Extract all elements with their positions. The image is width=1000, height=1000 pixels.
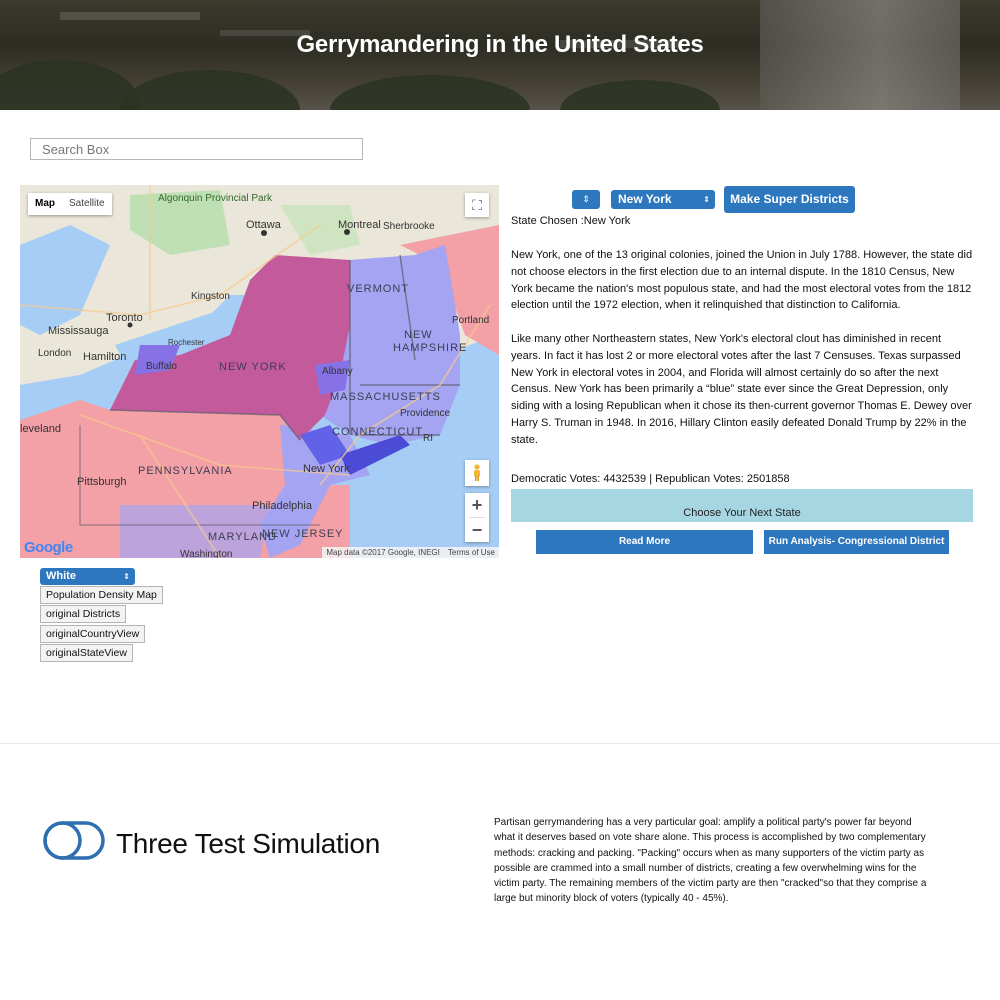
state-select[interactable]: New York ⇕ — [611, 190, 715, 209]
google-logo: Google — [24, 539, 73, 556]
fullscreen-icon[interactable]: ⛶ — [465, 193, 489, 217]
label-algonquin: Algonquin Provincial Park — [158, 193, 272, 204]
original-state-view-button[interactable]: originalStateView — [40, 644, 133, 662]
label-sherbrooke: Sherbrooke — [383, 221, 435, 232]
label-ottawa: Ottawa — [246, 219, 281, 231]
zoom-control: + − — [465, 493, 489, 542]
label-providence: Providence — [400, 408, 451, 419]
select-arrow-icon: ⇕ — [123, 572, 130, 581]
blank-select[interactable]: ⇕ — [572, 190, 600, 209]
population-density-button[interactable]: Population Density Map — [40, 586, 163, 604]
label-cleveland: leveland — [20, 423, 61, 435]
label-washington: Washington — [180, 549, 233, 558]
choose-next-state-button[interactable]: Choose Your Next State — [511, 489, 973, 522]
label-philadelphia: Philadelphia — [252, 500, 312, 512]
label-pittsburgh: Pittsburgh — [77, 476, 127, 488]
search-input[interactable] — [30, 138, 363, 160]
zoom-out-button[interactable]: − — [465, 518, 489, 542]
description-paragraph-1: New York, one of the 13 original colonie… — [511, 249, 973, 312]
color-select[interactable]: White ⇕ — [40, 568, 135, 585]
label-new-jersey: NEW JERSEY — [262, 528, 344, 540]
label-albany: Albany — [322, 366, 353, 377]
state-chosen-text: State Chosen :New York — [511, 215, 631, 227]
votes-text: Democratic Votes: 4432539 | Republican V… — [511, 473, 790, 485]
label-london: London — [38, 348, 72, 359]
label-massachusetts: MASSACHUSETTS — [330, 391, 441, 403]
label-pennsylvania: PENNSYLVANIA — [138, 465, 233, 477]
attribution-text: Map data ©2017 Google, INEGI — [326, 548, 440, 557]
label-new-hampshire-1: NEW — [404, 329, 433, 341]
state-description: New York, one of the 13 original colonie… — [511, 247, 973, 449]
pegman-icon[interactable] — [465, 460, 489, 486]
page-title: Gerrymandering in the United States — [296, 31, 704, 58]
label-portland: Portland — [452, 315, 490, 326]
description-paragraph-2: Like many other Northeastern states, New… — [511, 332, 972, 446]
hero-banner: Gerrymandering in the United States — [0, 0, 1000, 110]
map-type-satellite-button[interactable]: Satellite — [62, 193, 112, 215]
label-kingston: Kingston — [191, 291, 230, 302]
run-analysis-button[interactable]: Run Analysis- Congressional District — [764, 530, 949, 554]
label-new-york-city: New York — [303, 463, 350, 475]
label-buffalo: Buffalo — [146, 361, 177, 372]
zoom-in-button[interactable]: + — [465, 493, 489, 517]
map-attribution: Map data ©2017 Google, INEGI Terms of Us… — [322, 547, 499, 558]
map-view[interactable]: Algonquin Provincial Park Ottawa Montrea… — [20, 185, 499, 558]
original-country-view-button[interactable]: originalCountryView — [40, 625, 146, 643]
label-hamilton: Hamilton — [83, 351, 127, 363]
map-type-map-button[interactable]: Map — [28, 193, 62, 215]
footer-description: Partisan gerrymandering has a very parti… — [494, 817, 927, 905]
label-rochester: Rochester — [168, 338, 205, 347]
label-montreal: Montreal — [338, 219, 381, 231]
toggle-logo-icon — [43, 821, 105, 860]
map-type-control: Map Satellite — [28, 193, 112, 215]
read-more-button[interactable]: Read More — [536, 530, 753, 554]
label-new-york: NEW YORK — [219, 361, 287, 373]
brand-name: Three Test Simulation — [116, 828, 380, 859]
label-ri: RI — [423, 433, 433, 444]
make-super-districts-button[interactable]: Make Super Districts — [724, 186, 855, 213]
label-vermont: VERMONT — [347, 283, 409, 295]
section-divider — [0, 743, 1000, 744]
label-new-hampshire-2: HAMPSHIRE — [393, 342, 468, 354]
label-connecticut: CONNECTICUT — [332, 426, 424, 438]
label-toronto: Toronto — [106, 312, 143, 324]
terms-link[interactable]: Terms of Use — [448, 548, 495, 557]
label-mississauga: Mississauga — [48, 325, 109, 337]
original-districts-button[interactable]: original Districts — [40, 605, 127, 623]
select-arrow-icon: ⇕ — [703, 195, 710, 204]
